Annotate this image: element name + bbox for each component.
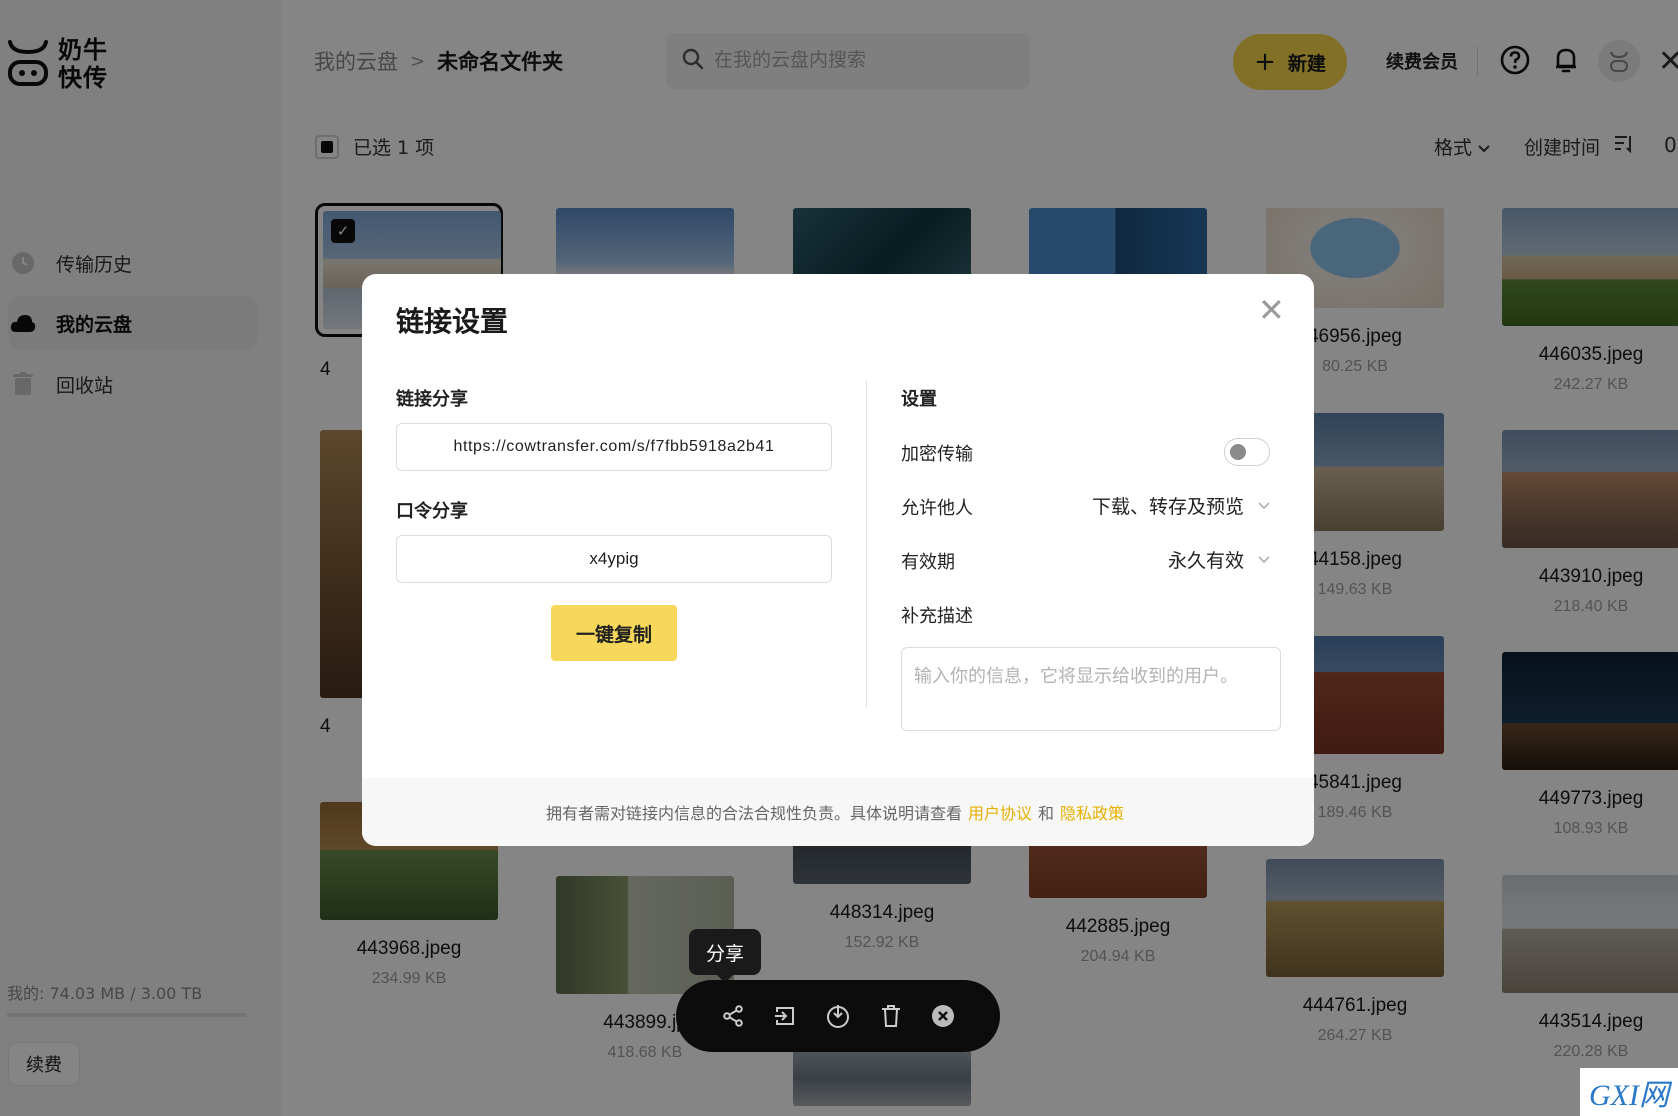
selection-action-bar xyxy=(676,980,1000,1052)
description-input[interactable] xyxy=(914,662,1268,716)
share-icon[interactable] xyxy=(717,1000,749,1032)
chevron-down-icon xyxy=(1258,498,1270,514)
description-box xyxy=(901,647,1281,731)
delete-icon[interactable] xyxy=(875,1000,907,1032)
privacy-policy-link[interactable]: 隐私政策 xyxy=(1060,800,1124,824)
dialog-title: 链接设置 xyxy=(396,305,509,338)
validity-label: 有效期 xyxy=(901,552,955,573)
footer-text: 拥有者需对链接内信息的合法合规性负责。具体说明请查看 xyxy=(545,804,962,823)
copy-all-button[interactable]: 一键复制 xyxy=(551,605,677,661)
validity-value: 永久有效 xyxy=(1167,550,1244,572)
permission-value: 下载、转存及预览 xyxy=(1091,496,1244,518)
dialog-divider xyxy=(866,380,867,708)
dialog-footer: 拥有者需对链接内信息的合法合规性负责。具体说明请查看 用户协议 和 隐私政策 xyxy=(362,778,1314,846)
share-link-field[interactable]: https://cowtransfer.com/s/f7fbb5918a2b41 xyxy=(396,423,832,471)
description-label: 补充描述 xyxy=(901,606,973,627)
download-icon[interactable] xyxy=(822,1000,854,1032)
close-icon[interactable]: ✕ xyxy=(1258,294,1285,326)
close-circle-icon[interactable] xyxy=(927,1000,959,1032)
chevron-down-icon xyxy=(1258,552,1270,568)
share-tooltip: 分享 xyxy=(689,929,761,983)
share-code-field[interactable]: x4ypig xyxy=(396,535,832,583)
link-settings-dialog: 链接设置 ✕ 链接分享 https://cowtransfer.com/s/f7… xyxy=(362,274,1314,846)
user-agreement-link[interactable]: 用户协议 xyxy=(968,800,1032,824)
watermark-logo: GXI网 xyxy=(1580,1068,1678,1116)
code-share-label: 口令分享 xyxy=(396,501,468,522)
settings-label: 设置 xyxy=(901,389,937,410)
permission-select[interactable]: 下载、转存及预览 xyxy=(1092,492,1270,519)
link-share-label: 链接分享 xyxy=(396,389,468,410)
encrypt-label: 加密传输 xyxy=(901,444,973,465)
encrypt-toggle[interactable] xyxy=(1224,438,1270,466)
validity-select[interactable]: 永久有效 xyxy=(1168,546,1270,573)
permission-label: 允许他人 xyxy=(901,498,973,519)
move-icon[interactable] xyxy=(769,1000,801,1032)
footer-and: 和 xyxy=(1038,804,1055,823)
